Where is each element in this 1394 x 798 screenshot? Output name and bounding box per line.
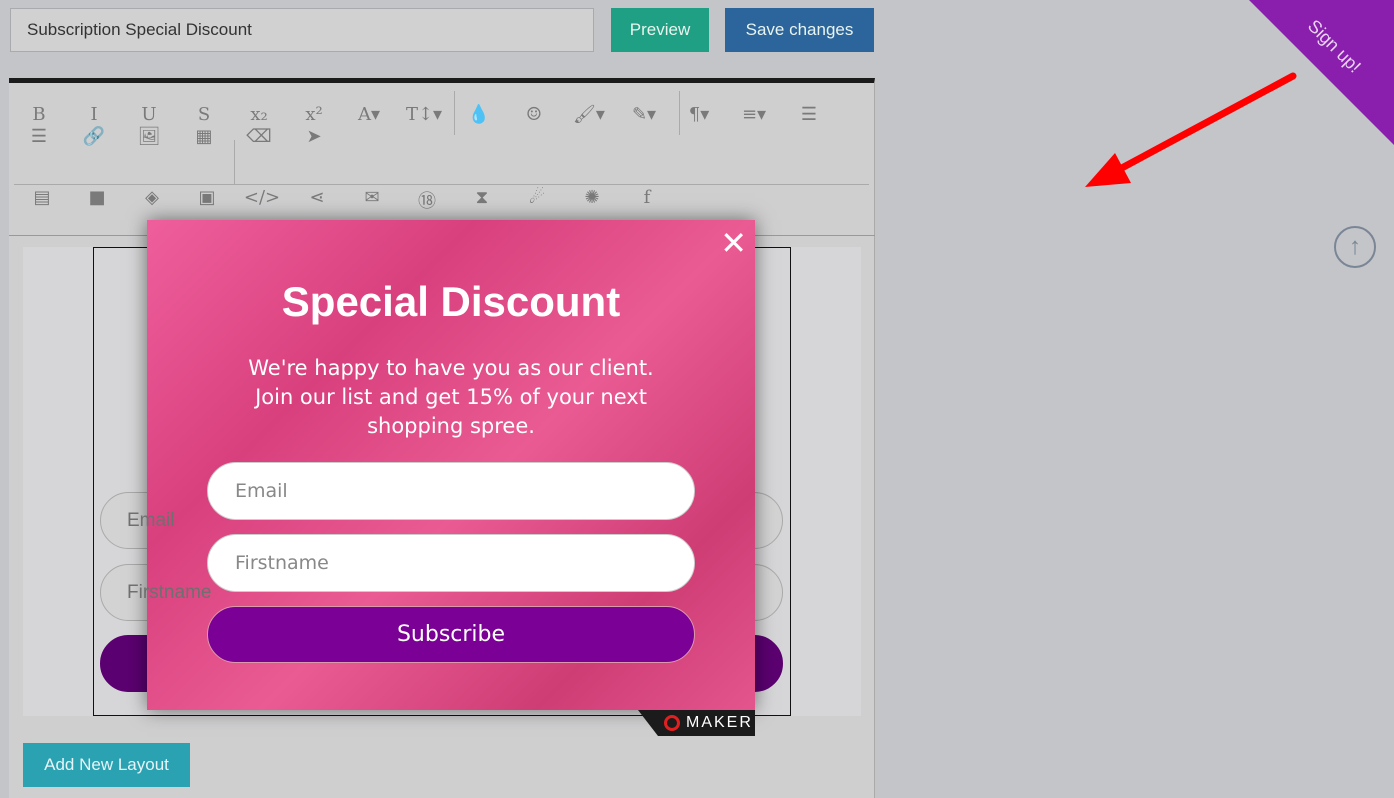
toolbar-row3-button-10-icon[interactable]: ✺ (572, 187, 612, 208)
ribbon-label: Sign up! (1303, 15, 1365, 77)
save-changes-button[interactable]: Save changes (725, 8, 874, 52)
toolbar-row3-button-9-icon[interactable]: ☄ (517, 187, 557, 208)
red-arrow-icon (1085, 72, 1297, 187)
toolbar-row2-button-4-icon[interactable]: ⌫ (239, 126, 279, 147)
toolbar-row3-button-5-icon[interactable]: ⋖ (297, 187, 337, 208)
toolbar-row2-button-0-icon[interactable]: ☰ (19, 126, 59, 147)
brand-label: MAKER (686, 714, 753, 731)
toolbar-row1-button-11-icon[interactable]: ✎▾ (624, 104, 664, 125)
toolbar-row1-button-8-icon[interactable]: 💧 (459, 104, 499, 125)
close-icon[interactable]: ✕ (720, 224, 747, 262)
toolbar-row2-button-3-icon[interactable]: ▦ (184, 126, 224, 147)
subscribe-button[interactable]: Subscribe (207, 606, 695, 663)
maker-brand-badge: MAKER (638, 710, 755, 736)
toolbar-row3-button-11-icon[interactable]: f (627, 187, 667, 208)
toolbar-row2-button-2-icon[interactable]: 🖼 (129, 126, 169, 147)
toolbar-row1-button-13-icon[interactable]: ≡▾ (734, 104, 774, 125)
toolbar-divider (234, 140, 235, 184)
scroll-to-top-icon[interactable]: ↑ (1334, 226, 1376, 268)
toolbar-divider (14, 184, 869, 185)
popup-title: Special Discount (281, 278, 621, 325)
popup-title-input[interactable]: Subscription Special Discount (10, 8, 594, 52)
toolbar-row1-button-6-icon[interactable]: A▾ (349, 104, 389, 125)
toolbar-row1-button-3-icon[interactable]: S (184, 104, 224, 125)
toolbar-row3-button-6-icon[interactable]: ✉ (352, 187, 392, 208)
toolbar-row3-button-1-icon[interactable]: ■ (77, 187, 117, 208)
firstname-input[interactable]: Firstname (207, 534, 695, 592)
toolbar-row3-button-3-icon[interactable]: ▣ (187, 187, 227, 208)
toolbar-row1-button-7-icon[interactable]: T↕▾ (404, 104, 444, 125)
toolbar-row2-button-1-icon[interactable]: 🔗 (74, 126, 114, 147)
toolbar-row3-button-7-icon[interactable]: ⑱ (407, 187, 447, 213)
toolbar-row3-button-8-icon[interactable]: ⧗ (462, 187, 502, 208)
preview-button[interactable]: Preview (611, 8, 709, 52)
toolbar-row3-button-2-icon[interactable]: ◈ (132, 187, 172, 208)
toolbar-row1-button-4-icon[interactable]: x₂ (239, 104, 279, 125)
email-input[interactable]: Email (207, 462, 695, 520)
toolbar-row1-button-9-icon[interactable]: ☺ (514, 104, 554, 125)
toolbar-row1-button-1-icon[interactable]: I (74, 104, 114, 125)
toolbar-row1-button-5-icon[interactable]: x² (294, 104, 334, 125)
toolbar-divider (454, 91, 455, 135)
maker-logo-icon (664, 715, 680, 731)
toolbar-row1-button-12-icon[interactable]: ¶▾ (679, 104, 719, 125)
toolbar-row1-button-10-icon[interactable]: 🖌▾ (569, 104, 609, 125)
bg-email-placeholder: Email (127, 510, 175, 531)
toolbar-row3-button-4-icon[interactable]: </> (242, 187, 282, 208)
bg-firstname-placeholder: Firstname (127, 582, 212, 603)
toolbar-row3-button-0-icon[interactable]: ▤ (22, 187, 62, 208)
popup-text: We're happy to have you as our client. J… (248, 356, 654, 438)
popup-modal: ✕ Special Discount We're happy to have y… (147, 220, 755, 710)
add-new-layout-button[interactable]: Add New Layout (23, 743, 190, 787)
toolbar-row1-button-2-icon[interactable]: U (129, 104, 169, 125)
toolbar-row2-button-5-icon[interactable]: ➤ (294, 126, 334, 147)
toolbar-row1-button-0-icon[interactable]: B (19, 104, 59, 125)
toolbar-row1-button-14-icon[interactable]: ☰ (789, 104, 829, 125)
